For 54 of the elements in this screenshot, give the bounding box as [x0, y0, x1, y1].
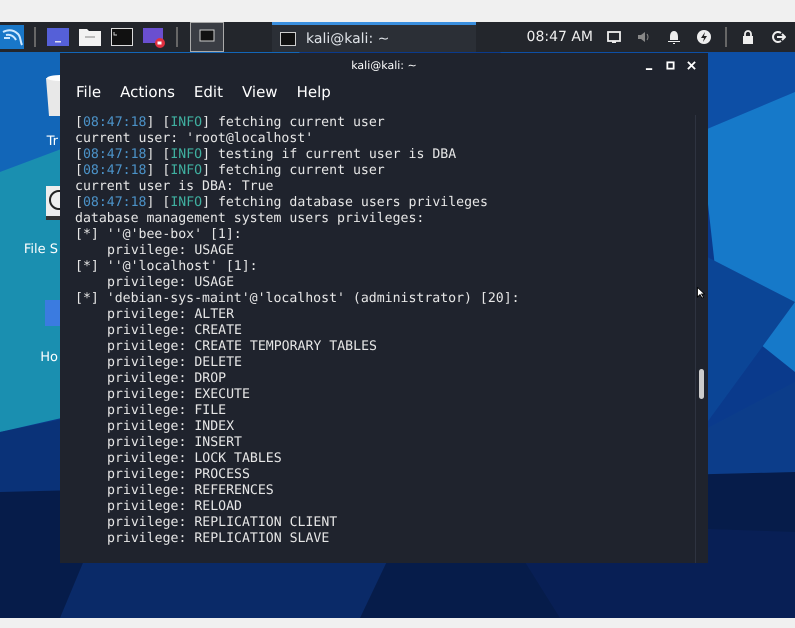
menu-item[interactable]: Actions: [120, 83, 175, 101]
menu-item[interactable]: View: [242, 83, 278, 101]
trash-icon[interactable]: [45, 74, 60, 118]
terminal-line: privilege: DROP: [107, 371, 226, 386]
terminal-line: privilege: PROCESS: [107, 467, 250, 482]
terminal-icon[interactable]: [190, 22, 224, 52]
logout-icon[interactable]: [770, 29, 786, 45]
terminal-line: current user: 'root@localhost': [75, 131, 314, 146]
terminal-line: privilege: ALTER: [107, 307, 234, 322]
terminal-line: privilege: REPLICATION CLIENT: [107, 515, 338, 530]
terminal-line: privilege: USAGE: [107, 243, 234, 258]
terminal-line: privilege: RELOAD: [107, 499, 242, 514]
dragon-logo-icon[interactable]: [0, 25, 24, 49]
terminal-line: privilege: REFERENCES: [107, 483, 274, 498]
terminal-line: [08:47:18] [INFO] testing if current user is DBA: [75, 147, 456, 162]
mouse-pointer-icon: [697, 287, 705, 299]
terminal-line: [*] ''@'bee-box' [1]:: [75, 227, 242, 242]
terminal-icon[interactable]: [110, 25, 134, 49]
terminal-line: privilege: LOCK TABLES: [107, 451, 282, 466]
menu-item[interactable]: File: [76, 83, 102, 101]
menu-item[interactable]: Edit: [194, 83, 223, 101]
close-icon[interactable]: [687, 60, 696, 70]
terminal-line: [08:47:18] [INFO] fetching database users privileges: [75, 195, 488, 210]
bell-icon[interactable]: [666, 29, 682, 45]
terminal-line: privilege: DELETE: [107, 355, 242, 370]
icon-label[interactable]: Tr: [46, 134, 58, 150]
terminal-line: [*] ''@'localhost' [1]:: [75, 259, 258, 274]
terminal-line: privilege: REPLICATION SLAVE: [107, 531, 330, 546]
desktop-icon[interactable]: [46, 25, 70, 49]
terminal-line: privilege: FILE: [107, 403, 226, 418]
terminal-line: privilege: CREATE TEMPORARY TABLES: [107, 339, 377, 354]
power-icon[interactable]: [696, 29, 712, 45]
terminal-line: privilege: USAGE: [107, 275, 234, 290]
scrollbar-thumb[interactable]: [699, 369, 704, 399]
terminal-icon: [280, 32, 296, 46]
clock[interactable]: 08:47 AM: [526, 29, 593, 45]
terminal-line: current user is DBA: True: [75, 179, 274, 194]
display-icon[interactable]: [606, 29, 622, 45]
lock-icon[interactable]: [740, 29, 756, 45]
terminal-line: privilege: EXECUTE: [107, 387, 250, 402]
icon-label[interactable]: File S: [24, 242, 58, 258]
window-button[interactable]: kali@kali: ~: [272, 22, 476, 52]
terminal-line: [08:47:18] [INFO] fetching current user: [75, 163, 385, 178]
window-title: kali@kali: ~: [350, 58, 418, 72]
terminal-line: privilege: INDEX: [107, 419, 234, 434]
menu-item[interactable]: Help: [296, 83, 331, 101]
icon-label[interactable]: Ho: [40, 350, 58, 366]
terminal-line: [08:47:18] [INFO] fetching current user: [75, 115, 385, 130]
terminal-line: privilege: CREATE: [107, 323, 242, 338]
terminal-line: database management system users privileges:: [75, 211, 424, 226]
terminal-line: [*] 'debian-sys-maint'@'localhost' (administrator) [20]:: [75, 291, 520, 306]
terminal-line: privilege: INSERT: [107, 435, 242, 450]
maximize-icon[interactable]: [666, 60, 675, 70]
screen-recorder-icon[interactable]: [142, 25, 166, 49]
